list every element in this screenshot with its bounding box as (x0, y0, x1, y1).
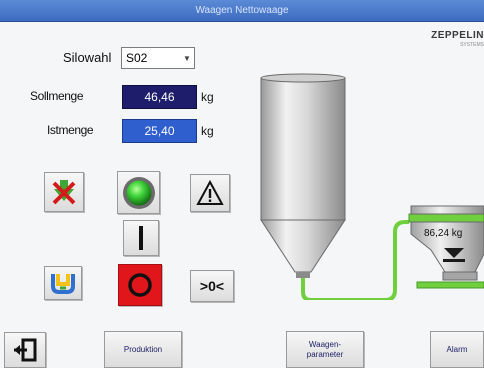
soll-unit: kg (201, 90, 214, 104)
silo-tank (260, 73, 346, 278)
exit-button[interactable] (4, 332, 46, 368)
title-bar: Waagen Nettowaage (0, 0, 484, 22)
zero-button[interactable]: >0< (190, 270, 234, 302)
start-button[interactable] (123, 220, 159, 256)
scale-reading: 86,24 kg (424, 228, 463, 239)
warning-triangle-icon (196, 180, 224, 205)
ist-value: 25,40 (144, 124, 175, 138)
dropdown-arrow-icon[interactable]: ▼ (180, 48, 194, 68)
process-graphic (260, 73, 484, 300)
waagenparameter-button[interactable]: Waagen- parameter (286, 331, 364, 368)
status-lamp-button[interactable] (117, 171, 160, 214)
status-lamp-icon (122, 176, 155, 209)
hmi-screen: Waagen Nettowaage ZEPPELIN SYSTEMS Silow… (0, 0, 484, 368)
brand-sub: SYSTEMS (460, 42, 484, 48)
zero-button-label: >0< (199, 278, 225, 294)
silo-switch-icon (51, 274, 75, 294)
stop-button[interactable] (118, 264, 162, 306)
soll-value-field[interactable]: 46,46 (122, 85, 197, 109)
alarm-button[interactable]: Alarm (430, 331, 484, 368)
produktion-button[interactable]: Produktion (104, 331, 182, 368)
no-discharge-button[interactable] (44, 172, 84, 212)
discharge-blocked-icon (52, 180, 76, 205)
silo-label: Silowahl (63, 50, 112, 65)
silo-select-value: S02 (126, 51, 148, 65)
start-icon (139, 226, 143, 250)
exit-icon (14, 338, 37, 362)
silo-switch-button[interactable] (44, 266, 82, 300)
alarm-label: Alarm (446, 344, 468, 354)
silo-select[interactable]: S02 ▼ (121, 47, 195, 69)
window-title: Waagen Nettowaage (195, 5, 289, 16)
ist-unit: kg (201, 124, 214, 138)
soll-label: Sollmenge (30, 89, 84, 103)
waagenparameter-label: Waagen- parameter (306, 339, 344, 359)
ist-value-field[interactable]: 25,40 (122, 119, 197, 143)
produktion-label: Produktion (123, 344, 163, 354)
stop-icon (128, 273, 152, 297)
ist-label: Istmenge (47, 123, 94, 137)
brand-name: ZEPPELIN (431, 30, 484, 41)
soll-value: 46,46 (144, 90, 175, 104)
weigh-hopper (408, 205, 484, 289)
brand-logo: ZEPPELIN SYSTEMS (404, 30, 484, 48)
warning-button[interactable] (190, 174, 230, 212)
